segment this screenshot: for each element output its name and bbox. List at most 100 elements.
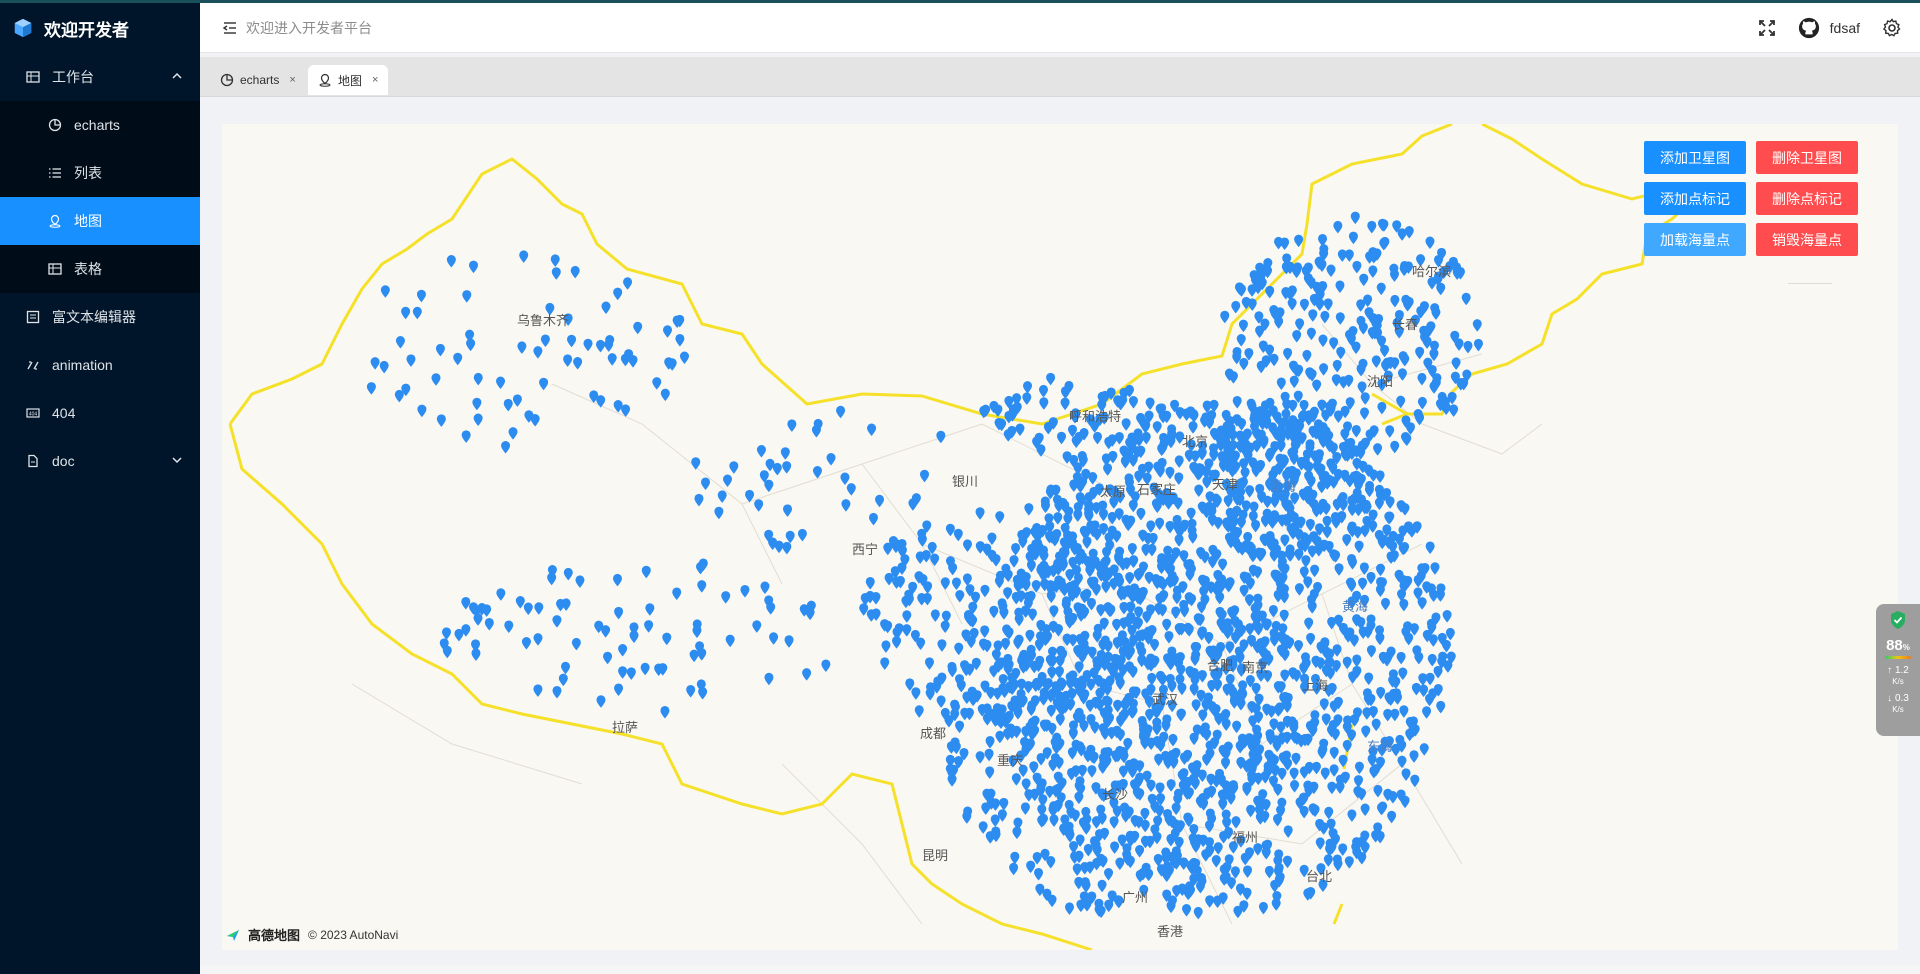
map-marker-icon[interactable] xyxy=(612,573,622,587)
map-marker-icon[interactable] xyxy=(473,613,483,626)
map-marker-icon[interactable] xyxy=(930,609,940,622)
map-marker-icon[interactable] xyxy=(644,620,654,633)
sidebar-item-doc[interactable]: doc xyxy=(0,437,200,485)
map-marker-icon[interactable] xyxy=(663,325,673,338)
map-marker-icon[interactable] xyxy=(1295,318,1305,331)
map-marker-icon[interactable] xyxy=(530,414,540,427)
map-marker-icon[interactable] xyxy=(380,285,390,298)
map-marker-icon[interactable] xyxy=(686,684,696,698)
map-marker-icon[interactable] xyxy=(1326,264,1336,278)
map-marker-icon[interactable] xyxy=(1065,616,1075,629)
map-marker-icon[interactable] xyxy=(1003,429,1013,442)
map-marker-icon[interactable] xyxy=(1104,867,1114,881)
map-marker-icon[interactable] xyxy=(626,667,636,680)
map-marker-icon[interactable] xyxy=(629,630,639,644)
map-marker-icon[interactable] xyxy=(1113,699,1123,713)
map-marker-icon[interactable] xyxy=(1082,536,1092,549)
map-marker-icon[interactable] xyxy=(840,472,850,486)
map-marker-icon[interactable] xyxy=(1350,211,1360,225)
map-marker-icon[interactable] xyxy=(1143,532,1153,546)
map-marker-icon[interactable] xyxy=(1360,524,1370,538)
sidebar-item-animation[interactable]: animation xyxy=(0,341,200,389)
map-marker-icon[interactable] xyxy=(1125,855,1135,869)
map-marker-icon[interactable] xyxy=(1344,856,1354,869)
map-marker-icon[interactable] xyxy=(964,707,974,721)
sidebar-item-map[interactable]: 地图 xyxy=(0,197,200,245)
map-marker-icon[interactable] xyxy=(1390,294,1400,308)
map-marker-icon[interactable] xyxy=(1135,788,1145,801)
map-marker-icon[interactable] xyxy=(780,447,790,460)
map-marker-icon[interactable] xyxy=(881,640,891,653)
map-marker-icon[interactable] xyxy=(1068,727,1078,741)
map-marker-icon[interactable] xyxy=(1083,843,1093,857)
map-marker-icon[interactable] xyxy=(1070,809,1080,823)
tab-echarts[interactable]: echarts × xyxy=(210,65,306,95)
map-marker-icon[interactable] xyxy=(1240,852,1250,866)
map-marker-icon[interactable] xyxy=(1353,503,1363,517)
map-marker-icon[interactable] xyxy=(1357,851,1367,865)
map-marker-icon[interactable] xyxy=(1461,292,1471,306)
map-marker-icon[interactable] xyxy=(503,398,513,412)
map-marker-icon[interactable] xyxy=(1376,563,1386,577)
map-marker-icon[interactable] xyxy=(954,642,964,656)
map-marker-icon[interactable] xyxy=(1053,512,1063,525)
map-marker-icon[interactable] xyxy=(764,672,774,686)
map-marker-icon[interactable] xyxy=(1417,396,1427,410)
map-marker-icon[interactable] xyxy=(826,453,836,466)
map-marker-icon[interactable] xyxy=(1280,669,1290,682)
map-marker-icon[interactable] xyxy=(916,637,926,651)
map-marker-icon[interactable] xyxy=(984,748,994,762)
map-marker-icon[interactable] xyxy=(1049,605,1059,618)
map-marker-icon[interactable] xyxy=(1057,431,1067,445)
map-marker-icon[interactable] xyxy=(1066,677,1076,690)
map-marker-icon[interactable] xyxy=(1366,645,1376,658)
map-marker-icon[interactable] xyxy=(1377,401,1387,415)
map-marker-icon[interactable] xyxy=(1397,228,1407,241)
map-marker-icon[interactable] xyxy=(1299,298,1309,312)
map-marker-icon[interactable] xyxy=(1199,798,1209,811)
map-marker-icon[interactable] xyxy=(962,811,972,824)
map-marker-icon[interactable] xyxy=(442,645,452,659)
map-marker-icon[interactable] xyxy=(968,615,978,628)
map-marker-icon[interactable] xyxy=(1331,374,1341,387)
map-marker-icon[interactable] xyxy=(1231,816,1241,829)
map-marker-icon[interactable] xyxy=(1376,686,1386,700)
map-marker-icon[interactable] xyxy=(1115,857,1125,871)
map-marker-icon[interactable] xyxy=(1373,784,1383,798)
map-marker-icon[interactable] xyxy=(985,766,995,779)
map-marker-icon[interactable] xyxy=(1396,395,1406,409)
map-marker-icon[interactable] xyxy=(660,705,670,719)
map-marker-icon[interactable] xyxy=(1368,265,1378,278)
map-marker-icon[interactable] xyxy=(1425,541,1435,554)
map-marker-icon[interactable] xyxy=(1404,632,1414,646)
map-marker-icon[interactable] xyxy=(1418,673,1428,686)
map-marker-icon[interactable] xyxy=(1110,841,1120,854)
map-marker-icon[interactable] xyxy=(641,565,651,579)
map-marker-icon[interactable] xyxy=(1087,765,1097,778)
map-marker-icon[interactable] xyxy=(1188,531,1198,544)
map-marker-icon[interactable] xyxy=(561,661,571,675)
map-marker-icon[interactable] xyxy=(1269,353,1279,367)
map-marker-icon[interactable] xyxy=(902,624,912,637)
map-marker-icon[interactable] xyxy=(1121,418,1131,431)
map-marker-icon[interactable] xyxy=(1049,814,1059,827)
map-marker-icon[interactable] xyxy=(1413,574,1423,588)
map-marker-icon[interactable] xyxy=(1152,722,1162,736)
map-marker-icon[interactable] xyxy=(1273,783,1283,797)
close-icon[interactable]: × xyxy=(372,74,378,86)
map-marker-icon[interactable] xyxy=(1330,728,1340,741)
map-marker-icon[interactable] xyxy=(1291,752,1301,766)
map-marker-icon[interactable] xyxy=(1112,805,1122,818)
map-marker-icon[interactable] xyxy=(1335,312,1345,325)
map-marker-icon[interactable] xyxy=(1385,425,1395,438)
map-marker-icon[interactable] xyxy=(1348,231,1358,245)
map-marker-icon[interactable] xyxy=(1001,637,1011,651)
map-marker-icon[interactable] xyxy=(859,603,869,616)
map-marker-icon[interactable] xyxy=(772,462,782,476)
map-marker-icon[interactable] xyxy=(662,632,672,646)
map-marker-icon[interactable] xyxy=(821,659,831,672)
map-marker-icon[interactable] xyxy=(700,477,710,490)
map-marker-icon[interactable] xyxy=(1023,681,1033,694)
sidebar-item-table[interactable]: 表格 xyxy=(0,245,200,293)
map-marker-icon[interactable] xyxy=(1358,577,1368,591)
